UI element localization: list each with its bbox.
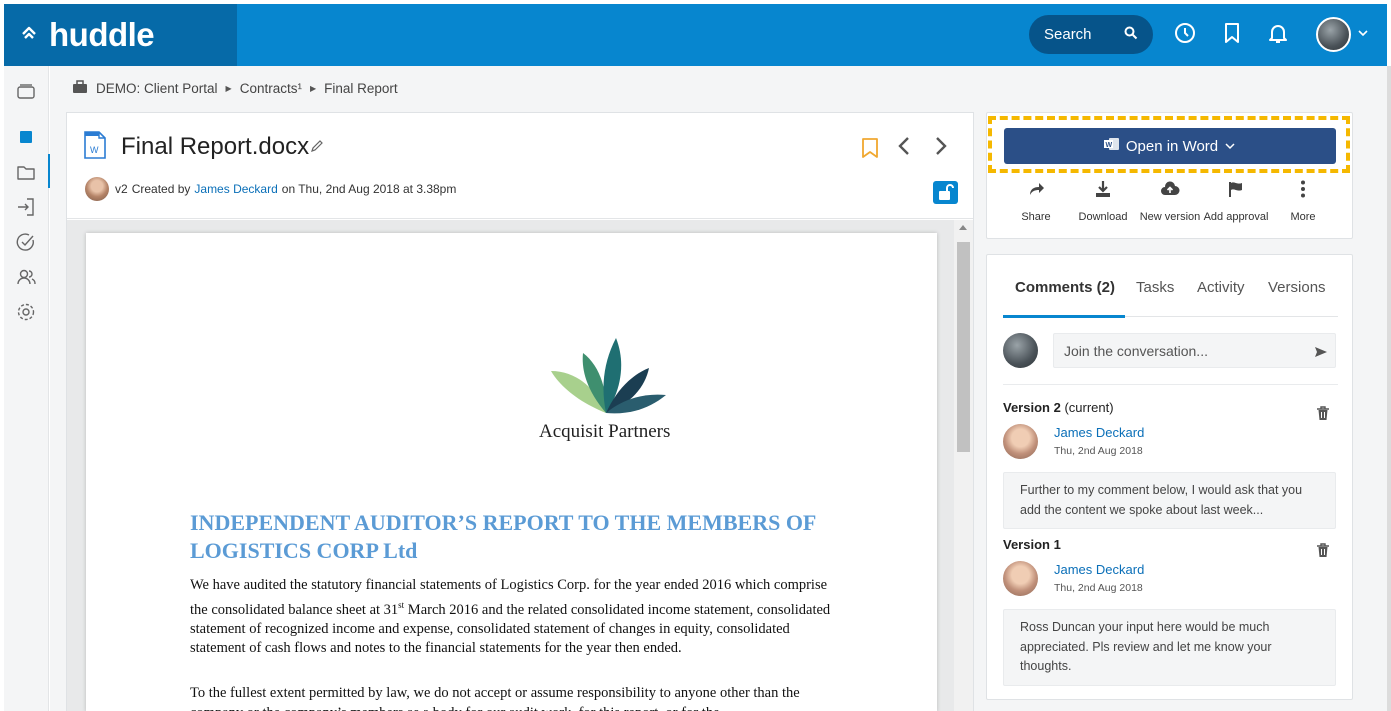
version-heading: Version 2 (current) [1003,400,1114,415]
home-icon[interactable] [18,25,40,46]
chevron-down-icon[interactable] [1357,26,1369,44]
document-meta: v2 Created by James Deckard on Thu, 2nd … [85,177,456,201]
unlock-button[interactable] [933,181,958,204]
created-date: on Thu, 2nd Aug 2018 at 3.38pm [281,182,457,196]
more-label: More [1290,211,1316,223]
comment-author-link[interactable]: James Deckard [1054,425,1144,440]
svg-text:W: W [90,145,99,155]
tab-comments[interactable]: Comments (2) [1015,279,1115,296]
clock-icon[interactable] [1173,21,1197,45]
flag-icon [1198,180,1274,202]
search-label: Search [1044,26,1092,43]
caret-right-icon: ▶ [225,84,232,93]
files-icon[interactable] [15,161,37,183]
add-approval-label: Add approval [1203,211,1269,223]
document-panel: W Final Report.docx v2 Created by James … [66,112,974,711]
author-avatar [85,177,109,201]
sign-in-icon[interactable] [15,196,37,218]
left-rail [4,66,52,711]
window-scrollbar[interactable] [1387,66,1391,711]
comment-author-link[interactable]: James Deckard [1054,562,1144,577]
highlight-box [988,116,1350,173]
document-title: Final Report.docx [121,133,310,160]
created-by-label: Created by [131,182,191,196]
caret-right-icon: ▶ [309,84,317,93]
author-link[interactable]: James Deckard [194,182,277,196]
breadcrumb-workspace[interactable]: DEMO: Client Portal [96,81,218,96]
settings-icon[interactable] [15,301,37,323]
top-navigation-bar: huddle Search [4,4,1387,66]
more-vertical-icon [1265,180,1341,202]
tab-activity[interactable]: Activity [1197,279,1245,296]
delete-icon[interactable] [1316,406,1330,426]
company-logo [541,333,671,428]
breadcrumb-current: Final Report [324,81,398,96]
cloud-upload-icon [1132,180,1208,202]
add-approval-button[interactable]: Add approval [1198,180,1274,223]
workspaces-icon[interactable] [15,80,37,102]
tab-versions[interactable]: Versions [1268,279,1326,296]
comment-date: Thu, 2nd Aug 2018 [1054,445,1143,457]
author-avatar [1003,424,1038,459]
people-icon[interactable] [15,266,37,288]
bookmark-icon[interactable] [1220,21,1244,45]
company-name: Acquisit Partners [539,421,671,442]
delete-icon[interactable] [1316,543,1330,563]
more-button[interactable]: More [1265,180,1341,223]
new-version-label: New version [1139,211,1201,223]
comment-version-1: Version 1 James Deckard Thu, 2nd Aug 201… [1003,537,1338,686]
comments-panel: Comments (2) Tasks Activity Versions Joi… [986,254,1353,700]
divider [1003,384,1338,385]
report-paragraph-2: To the fullest extent permitted by law, … [190,685,800,711]
download-icon [1065,180,1141,202]
active-tab-underline [1003,315,1125,318]
panel-tabs: Comments (2) Tasks Activity Versions [1003,275,1338,318]
brand-area[interactable]: huddle [4,4,237,66]
current-user-avatar [1003,333,1038,368]
bell-icon[interactable] [1266,21,1290,45]
scrollbar-thumb[interactable] [957,242,970,452]
comment-date: Thu, 2nd Aug 2018 [1054,582,1143,594]
comment-text: Ross Duncan your input here would be muc… [1003,609,1336,686]
report-heading: INDEPENDENT AUDITOR’S REPORT TO THE MEMB… [190,510,816,563]
download-button[interactable]: Download [1065,180,1141,223]
bookmark-icon[interactable] [861,137,879,164]
search-button[interactable]: Search [1029,15,1153,54]
document-page: Acquisit Partners INDEPENDENT AUDITOR’S … [86,233,937,711]
author-avatar [1003,561,1038,596]
comment-text: Further to my comment below, I would ask… [1003,472,1336,529]
document-viewer[interactable]: Acquisit Partners INDEPENDENT AUDITOR’S … [67,220,973,711]
download-label: Download [1078,211,1128,223]
word-file-icon: W [83,131,107,164]
edit-pencil-icon[interactable] [310,139,324,158]
share-icon [998,180,1074,202]
previous-file-icon[interactable] [895,135,915,162]
unlock-icon [939,184,954,200]
overview-icon[interactable] [15,126,37,148]
briefcase-icon [72,80,88,97]
tab-tasks[interactable]: Tasks [1136,279,1174,296]
send-icon[interactable] [1314,345,1328,363]
breadcrumb-folder[interactable]: Contracts¹ [240,81,302,96]
share-label: Share [1021,211,1051,223]
tasks-icon[interactable] [15,231,37,253]
huddle-logo[interactable]: huddle [49,16,155,54]
version-heading: Version 1 [1003,537,1061,552]
version-label: v2 [115,182,128,196]
document-header: W Final Report.docx v2 Created by James … [67,113,973,219]
breadcrumb: DEMO: Client Portal ▶ Contracts¹ ▶ Final… [72,80,398,97]
scrollbar[interactable] [954,220,973,711]
scroll-up-icon[interactable] [959,225,967,230]
comment-input[interactable]: Join the conversation... [1053,333,1336,368]
next-file-icon[interactable] [930,135,950,162]
report-paragraph-1: We have audited the statutory financial … [190,577,831,657]
search-icon [1124,26,1138,44]
new-version-button[interactable]: New version [1132,180,1208,223]
share-button[interactable]: Share [998,180,1074,223]
user-avatar[interactable] [1316,17,1351,52]
comment-version-2: Version 2 (current) James Deckard Thu, 2… [1003,400,1338,529]
